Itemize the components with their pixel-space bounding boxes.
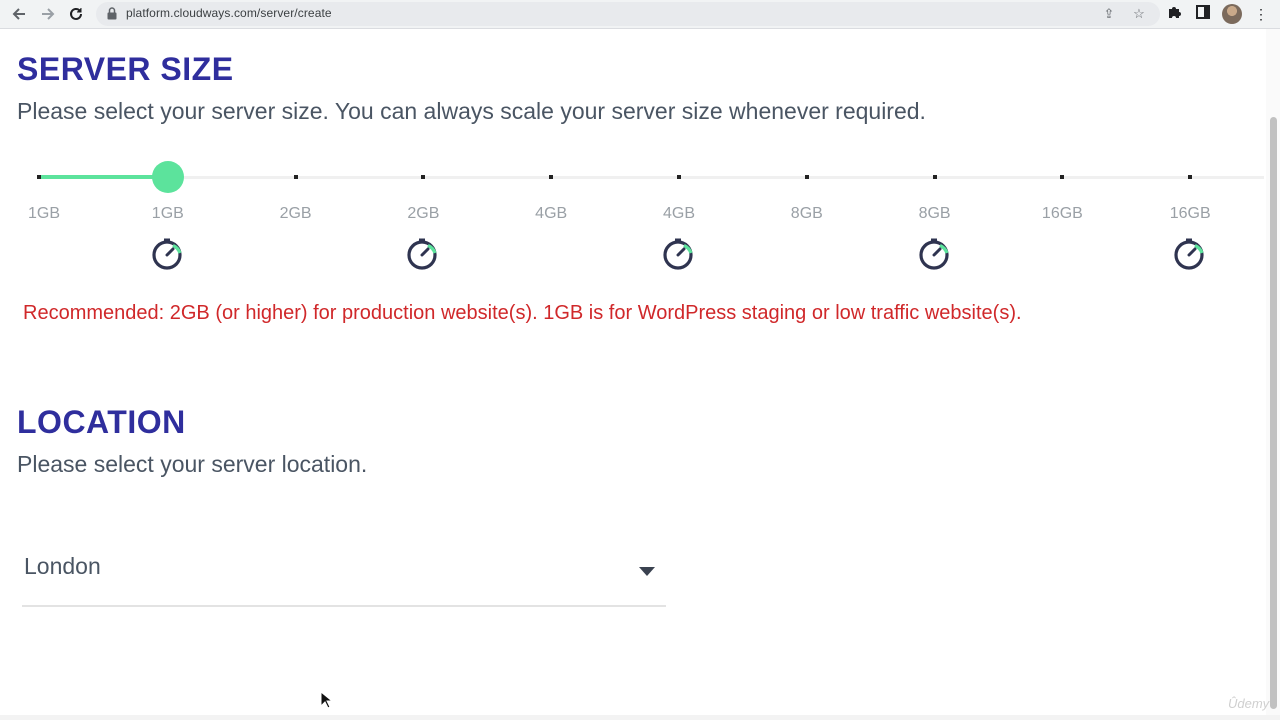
slider-tick[interactable] (804, 175, 809, 179)
speedometer-icon (918, 238, 949, 270)
location-select[interactable]: London (22, 539, 666, 607)
url-text: platform.cloudways.com/server/create (126, 6, 332, 20)
mouse-cursor-icon (320, 691, 332, 709)
slider-tick[interactable] (677, 175, 681, 179)
scrollbar-thumb[interactable] (1270, 117, 1277, 709)
size-label[interactable]: 1GB (152, 205, 184, 223)
location-selected-value: London (24, 553, 101, 579)
speedometer-icon (1174, 238, 1204, 270)
location-description: Please select your server location. (17, 451, 368, 477)
slider-track[interactable] (38, 176, 1264, 179)
watermark: Ûdemy (1228, 696, 1270, 711)
size-label[interactable]: 2GB (407, 205, 439, 223)
server-size-description: Please select your server size. You can … (17, 98, 926, 124)
kebab-menu-icon[interactable]: ⋮ (1252, 5, 1270, 23)
size-label[interactable]: 16GB (1042, 205, 1083, 223)
page-content: SERVER SIZE Please select your server si… (0, 29, 1266, 715)
reload-button[interactable] (65, 3, 87, 25)
speedometer-icon (663, 238, 693, 270)
size-label[interactable]: 8GB (791, 205, 823, 223)
reload-icon (70, 7, 82, 20)
size-label[interactable]: 8GB (919, 205, 951, 223)
slider-tick[interactable] (1188, 175, 1193, 179)
speedometer-icon (152, 238, 182, 270)
size-label[interactable]: 1GB (28, 205, 60, 223)
arrow-right-icon (42, 8, 55, 20)
address-bar[interactable]: platform.cloudways.com/server/create ⇪ ☆ (96, 2, 1160, 26)
avatar[interactable] (1222, 4, 1242, 24)
share-icon[interactable]: ⇪ (1101, 6, 1117, 22)
slider-tick[interactable] (37, 175, 41, 179)
slider-tick[interactable] (293, 175, 298, 179)
forward-button[interactable] (37, 3, 59, 25)
location-title: LOCATION (17, 404, 186, 440)
slider-tick[interactable] (1060, 175, 1065, 179)
size-label[interactable]: 16GB (1170, 205, 1211, 223)
size-label[interactable]: 4GB (535, 205, 567, 223)
size-label[interactable]: 4GB (663, 205, 695, 223)
slider-tick[interactable] (549, 175, 554, 179)
bottom-edge (0, 715, 1280, 720)
sidepanel-icon[interactable] (1194, 5, 1212, 23)
slider-thumb[interactable] (151, 161, 184, 193)
puzzle-icon[interactable] (1166, 5, 1184, 23)
back-button[interactable] (8, 3, 30, 25)
caret-down-icon (639, 567, 655, 576)
browser-toolbar: platform.cloudways.com/server/create ⇪ ☆… (0, 0, 1280, 29)
slider-fill (38, 175, 168, 179)
speedometer-icon (407, 238, 437, 270)
star-icon[interactable]: ☆ (1131, 6, 1147, 22)
size-label[interactable]: 2GB (280, 205, 312, 223)
arrow-left-icon (12, 8, 25, 20)
recommendation-text: Recommended: 2GB (or higher) for product… (23, 302, 1022, 324)
server-size-title: SERVER SIZE (17, 51, 234, 87)
lock-icon (107, 7, 117, 20)
scrollbar[interactable] (1266, 29, 1280, 715)
slider-tick[interactable] (932, 175, 937, 179)
slider-tick[interactable] (421, 175, 426, 179)
